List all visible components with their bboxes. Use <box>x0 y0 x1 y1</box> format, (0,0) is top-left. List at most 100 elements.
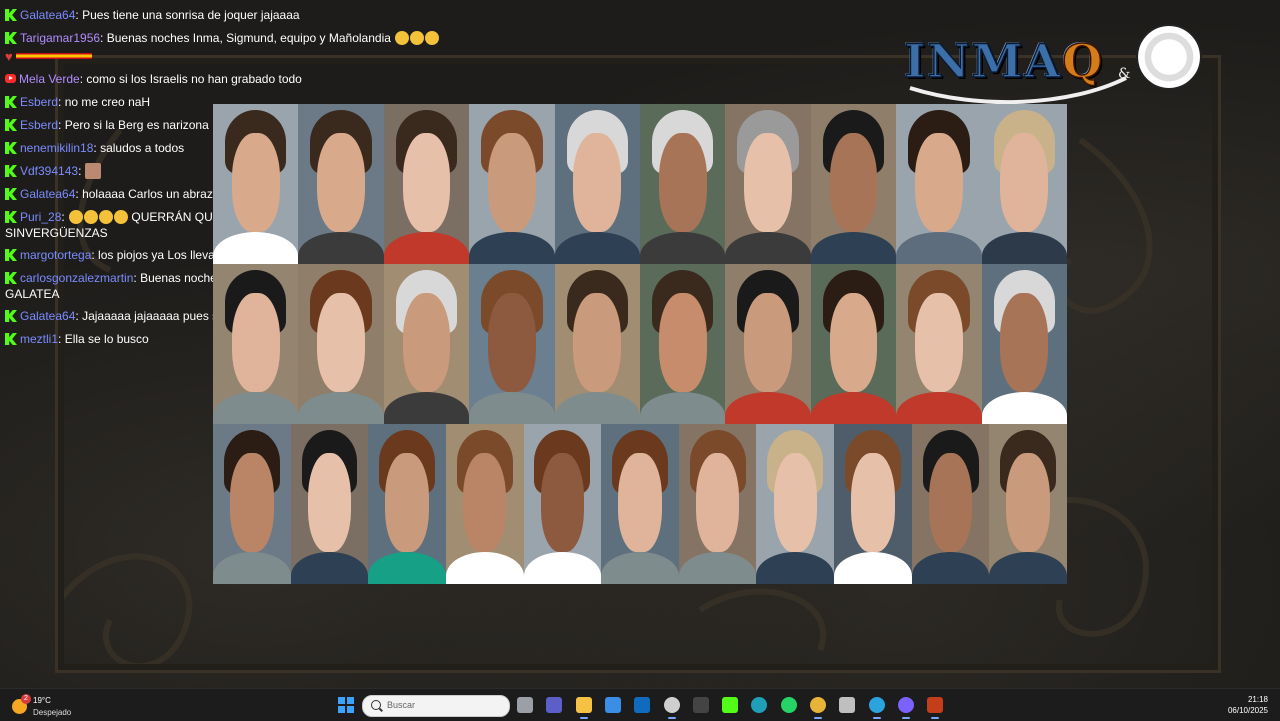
obs-icon[interactable] <box>663 697 680 719</box>
system-clock[interactable]: 21:18 06/10/2025 <box>1228 694 1268 716</box>
chat-text: Pero si la Berg es narizona <box>64 118 209 132</box>
photo-shoulders <box>981 392 1068 424</box>
telegram-icon[interactable] <box>868 697 885 719</box>
photo-shoulders <box>383 392 470 424</box>
participant-photo <box>213 424 291 584</box>
clock-time: 21:18 <box>1247 695 1268 704</box>
participant-photo <box>368 424 446 584</box>
microsoft-store-icon[interactable] <box>604 697 621 713</box>
kick-badge-icon <box>5 9 17 21</box>
photo-face <box>618 452 662 552</box>
photo-shoulders <box>989 552 1068 584</box>
participant-photo <box>981 264 1068 424</box>
chat-username[interactable]: Vdf394143 <box>20 164 78 178</box>
teams-icon[interactable] <box>546 697 563 713</box>
photo-face <box>488 292 536 392</box>
photo-shoulders <box>368 552 446 584</box>
photo-shoulders <box>640 232 726 264</box>
photo-shoulders <box>469 392 555 424</box>
photo-face <box>402 132 451 232</box>
heart-icon: ♥ <box>5 49 13 64</box>
photo-shoulders <box>213 232 299 264</box>
photo-shoulders <box>601 552 679 584</box>
photo-face <box>573 292 622 392</box>
photo-shoulders <box>896 392 982 424</box>
photo-face <box>488 132 536 232</box>
photo-face <box>695 452 740 552</box>
chat-username[interactable]: meztli1 <box>20 332 58 346</box>
photo-face <box>1006 452 1050 552</box>
participant-photo <box>601 424 679 584</box>
windows-taskbar: 2 19°C Despejado Buscar 21:18 06/10/2025 <box>0 688 1280 721</box>
logo-text-q: Q <box>1061 33 1105 89</box>
taskbar-search-box[interactable]: Buscar <box>362 695 510 717</box>
photo-shoulders <box>810 392 897 424</box>
powerpoint-icon[interactable] <box>927 697 944 719</box>
kick-icon[interactable] <box>722 697 739 713</box>
logo-wordmark: INMAQ <box>903 33 1105 89</box>
kick-badge-icon <box>5 272 17 284</box>
shield-icon[interactable] <box>839 697 856 713</box>
task-view-icon[interactable] <box>517 697 533 713</box>
chat-message-continuation: ♥ <box>5 50 465 68</box>
chat-username[interactable]: Tarigamar1956 <box>20 31 100 45</box>
participant-photo <box>678 424 757 584</box>
participant-photo <box>523 424 602 584</box>
chat-text: saludos a todos <box>100 141 185 155</box>
participant-photo <box>896 264 982 424</box>
kick-badge-icon <box>5 119 17 131</box>
outlook-icon[interactable] <box>634 697 651 713</box>
photo-face <box>1000 292 1049 392</box>
chat-username[interactable]: Galatea64 <box>20 309 75 323</box>
photo-face <box>231 292 280 392</box>
chrome-icon[interactable] <box>810 697 826 719</box>
chat-text: Pues tiene una sonrisa de joquer jajaaaa <box>82 8 300 22</box>
weather-temperature: 19°C <box>33 696 51 705</box>
participant-photo <box>834 424 912 584</box>
chat-text: Buenas noches Inma, Sigmund, equipo y Ma… <box>106 31 391 45</box>
chat-username[interactable]: Esberd <box>20 95 58 109</box>
chat-username[interactable]: Mela Verde <box>19 72 80 86</box>
participant-photo <box>640 104 726 264</box>
photo-shoulders <box>725 392 811 424</box>
participant-photo <box>469 264 555 424</box>
whatsapp-icon[interactable] <box>780 697 797 713</box>
photo-face <box>928 452 973 552</box>
emoji-icon <box>84 210 99 224</box>
photo-face <box>231 132 280 232</box>
chat-username[interactable]: nenemikilin18 <box>20 141 93 155</box>
participant-photo <box>445 424 524 584</box>
photo-face <box>1000 132 1049 232</box>
photo-face <box>317 292 365 392</box>
photo-face <box>829 132 878 232</box>
photo-face <box>540 452 585 552</box>
chat-username[interactable]: Esberd <box>20 118 58 132</box>
photo-shoulders <box>756 552 835 584</box>
photo-shoulders <box>554 392 641 424</box>
unity-icon[interactable] <box>692 697 709 713</box>
spain-flag-icon <box>15 53 92 59</box>
photo-face <box>307 452 352 552</box>
participant-photo <box>640 264 726 424</box>
photo-shoulders <box>523 552 602 584</box>
participant-photo <box>554 264 641 424</box>
photo-row <box>213 264 1068 424</box>
participant-photo <box>981 104 1068 264</box>
photo-shoulders <box>290 552 369 584</box>
photo-face <box>773 452 818 552</box>
file-explorer-icon[interactable] <box>575 697 592 719</box>
windows-start-icon[interactable] <box>338 697 354 713</box>
chat-username[interactable]: Galatea64 <box>20 8 75 22</box>
participant-photo <box>896 104 982 264</box>
chat-username[interactable]: margotortega <box>20 248 91 262</box>
participant-photo <box>290 424 369 584</box>
photo-shoulders <box>981 232 1068 264</box>
participant-photo <box>756 424 835 584</box>
circle-app-icon[interactable] <box>897 697 914 719</box>
chat-username[interactable]: Galatea64 <box>20 187 75 201</box>
chat-username[interactable]: carlosgonzalezmartin <box>20 271 133 285</box>
chat-username[interactable]: Puri_28 <box>20 210 61 224</box>
participant-photo <box>383 264 470 424</box>
kick-badge-icon <box>5 142 17 154</box>
edge-icon[interactable] <box>751 697 768 713</box>
